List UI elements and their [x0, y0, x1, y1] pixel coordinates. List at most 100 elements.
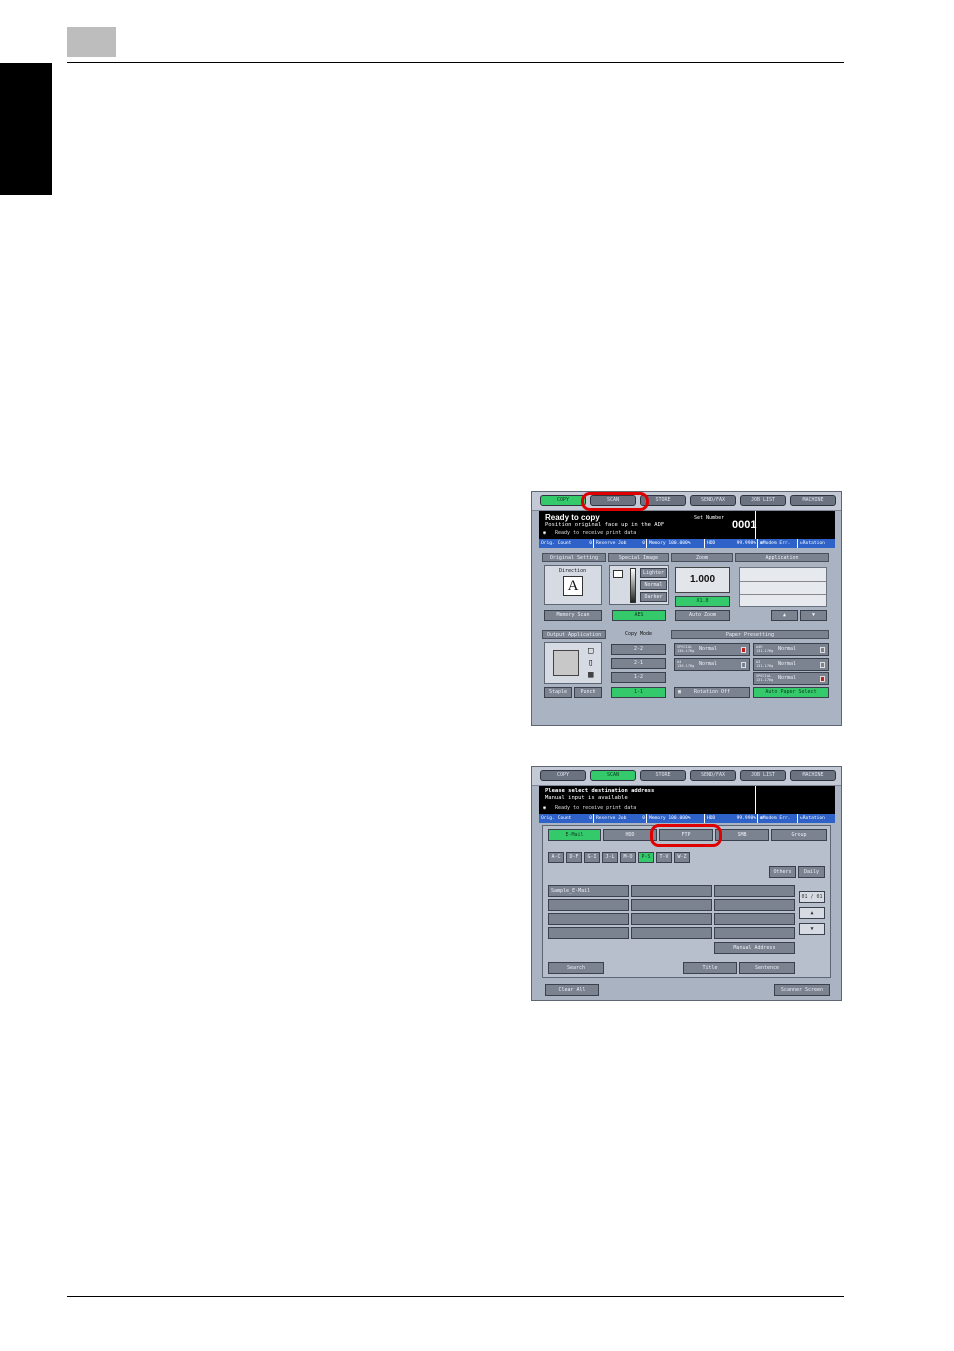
copy-mode-2-1[interactable]: 2-1	[611, 658, 666, 669]
index-m-o[interactable]: M-O	[620, 852, 636, 863]
auto-paper-select-button[interactable]: Auto Paper Select	[753, 687, 829, 698]
tab-copy[interactable]: COPY	[540, 770, 586, 781]
copy-screen: COPY SCAN STORE SEND/FAX JOB LIST MACHIN…	[531, 491, 842, 726]
search-button[interactable]: Search	[548, 962, 604, 974]
others-button[interactable]: Others	[769, 866, 796, 878]
tab-machine[interactable]: MACHINE	[790, 770, 836, 781]
index-w-z[interactable]: W-Z	[674, 852, 690, 863]
message-instruction: Position original face up in the ADF	[545, 522, 665, 528]
group-icon: ▯	[588, 658, 594, 668]
sentence-button[interactable]: Sentence	[739, 962, 795, 974]
special-image-header[interactable]: Special Image	[608, 553, 669, 562]
staple-icon: ▦	[588, 670, 594, 680]
tab-scan[interactable]: SCAN	[590, 770, 636, 781]
rotation-grid-icon: ▦	[678, 689, 682, 695]
scroll-up-button[interactable]: ▲	[771, 610, 798, 621]
chapter-tab	[67, 27, 116, 57]
zoom-value: 1.000	[675, 567, 730, 593]
message-title: Ready to copy	[545, 513, 600, 522]
tab-store[interactable]: STORE	[640, 770, 686, 781]
dest-tab-smb[interactable]: SMB	[715, 829, 769, 841]
punch-button[interactable]: Punch	[574, 687, 602, 698]
output-application-header[interactable]: Output Application	[542, 630, 606, 639]
lock-icon: ◉	[543, 530, 547, 536]
zoom-header[interactable]: Zoom	[671, 553, 733, 562]
daily-button[interactable]: Daily	[798, 866, 825, 878]
copy-mode-header: Copy Mode	[608, 630, 669, 639]
address-entry[interactable]	[631, 885, 712, 897]
density-panel: Lighter Normal Darker	[609, 565, 669, 605]
index-g-i[interactable]: G-I	[584, 852, 600, 863]
output-panel[interactable]: □ ▯ ▦	[544, 642, 602, 684]
direction-letter: A	[563, 576, 583, 596]
message-print-status: Ready to receive print data	[555, 805, 637, 811]
darker-button[interactable]: Darker	[640, 592, 667, 602]
tab-send-fax[interactable]: SEND/FAX	[690, 770, 736, 781]
dest-tab-email[interactable]: E-Mail	[548, 829, 601, 841]
message-area: Ready to copy Position original face up …	[539, 511, 835, 539]
paper-presetting-header[interactable]: Paper Presetting	[671, 630, 829, 639]
aes-button[interactable]: AES	[612, 610, 666, 621]
address-entry[interactable]	[631, 899, 712, 911]
density-scale	[630, 568, 636, 603]
output-tray-icon	[553, 650, 579, 676]
address-entry[interactable]	[714, 927, 795, 939]
dest-tab-hdd[interactable]: HDD	[603, 829, 657, 841]
tab-machine[interactable]: MACHINE	[790, 495, 836, 506]
index-t-v[interactable]: T-V	[656, 852, 672, 863]
zoom-x1-button[interactable]: X1.0	[675, 596, 730, 607]
message-instruction: Manual input is available	[545, 795, 628, 801]
index-a-c[interactable]: A-C	[548, 852, 564, 863]
copy-mode-2-2[interactable]: 2-2	[611, 644, 666, 655]
paper-tray-3[interactable]: A4R 131-176g Normal	[753, 643, 829, 656]
tab-send-fax[interactable]: SEND/FAX	[690, 495, 736, 506]
mode-tab-bar: COPY SCAN STORE SEND/FAX JOB LIST MACHIN…	[532, 767, 841, 786]
arrow-up-icon: ▲	[782, 612, 786, 618]
paper-tray-1[interactable]: SPECIAL 136-176g Normal	[674, 643, 750, 656]
tab-job-list[interactable]: JOB LIST	[740, 770, 786, 781]
staple-button[interactable]: Staple	[544, 687, 572, 698]
scanner-screen-button[interactable]: Scanner Screen	[774, 984, 830, 996]
application-header[interactable]: Application	[735, 553, 829, 562]
tab-job-list[interactable]: JOB LIST	[740, 495, 786, 506]
address-entry-sample-email[interactable]: Sample_E-Mail	[548, 885, 629, 897]
message-area: Please select destination address Manual…	[539, 786, 835, 814]
copy-mode-1-2[interactable]: 1-2	[611, 672, 666, 683]
footer-rule	[67, 1296, 844, 1297]
lighter-button[interactable]: Lighter	[640, 568, 667, 578]
manual-address-button[interactable]: Manual Address	[714, 942, 795, 954]
paper-tray-2[interactable]: A4 136-176g Normal	[674, 658, 750, 671]
original-setting-header[interactable]: Original Setting	[542, 553, 606, 562]
address-entry[interactable]	[548, 913, 629, 925]
paper-tray-5[interactable]: SPECIAL 131-176g Normal	[753, 672, 829, 685]
address-entry[interactable]	[631, 927, 712, 939]
direction-panel[interactable]: Direction A	[544, 565, 602, 605]
address-entry[interactable]	[714, 885, 795, 897]
index-d-f[interactable]: D-F	[566, 852, 582, 863]
address-entry[interactable]	[631, 913, 712, 925]
rotation-off-button[interactable]: ▦ Rotation Off	[674, 687, 750, 698]
paper-tray-4[interactable]: A3 131-176g Normal	[753, 658, 829, 671]
address-entry[interactable]	[714, 913, 795, 925]
address-entry[interactable]	[548, 899, 629, 911]
title-button[interactable]: Title	[683, 962, 737, 974]
index-p-s[interactable]: P-S	[638, 852, 654, 863]
copy-mode-1-1[interactable]: 1-1	[611, 687, 666, 698]
page-up-button[interactable]: ▲	[799, 907, 825, 919]
reserve-job: Reserve Job 0	[596, 539, 647, 548]
index-j-l[interactable]: J-L	[602, 852, 618, 863]
normal-density-button[interactable]: Normal	[640, 580, 667, 590]
page-down-button[interactable]: ▼	[799, 923, 825, 935]
dest-tab-group[interactable]: Group	[771, 829, 827, 841]
clear-all-button[interactable]: Clear All	[545, 984, 599, 996]
scroll-down-button[interactable]: ▼	[800, 610, 827, 621]
tray-level-icon	[820, 662, 825, 668]
set-number-label: Set Number	[694, 515, 725, 521]
address-entry[interactable]	[548, 927, 629, 939]
memory-scan-button[interactable]: Memory Scan	[544, 610, 602, 621]
orig-count: Orig. Count 0	[541, 814, 594, 823]
tab-copy[interactable]: COPY	[540, 495, 586, 506]
modem-status: ☎Modem Err.	[758, 814, 798, 823]
auto-zoom-button[interactable]: Auto Zoom	[675, 610, 730, 621]
address-entry[interactable]	[714, 899, 795, 911]
